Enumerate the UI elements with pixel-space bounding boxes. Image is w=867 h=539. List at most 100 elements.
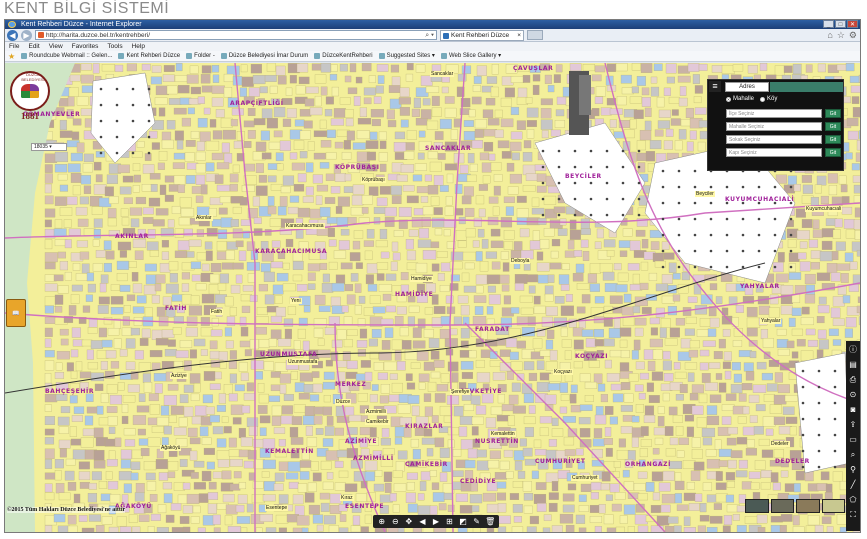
poi-label[interactable]: Köprübaşı <box>361 177 386 183</box>
poi-label[interactable]: Kuyumcuhacıali <box>805 206 843 212</box>
polygon-icon[interactable]: ⬠ <box>848 494 858 506</box>
print-icon[interactable]: ⎙ <box>848 374 858 386</box>
camera-icon[interactable]: ◙ <box>848 404 858 416</box>
radio-mahalle[interactable]: Mahalle <box>726 96 754 102</box>
locate-icon[interactable]: ⊙ <box>848 389 858 401</box>
search-dropdown-icon[interactable]: ⌕ ▾ <box>425 31 434 40</box>
go-button[interactable]: Git <box>825 148 841 157</box>
favorite-item[interactable]: Suggested Sites ▾ <box>378 51 435 61</box>
parcel <box>664 338 678 346</box>
poi-label[interactable]: Aziziye <box>170 373 188 379</box>
menu-edit[interactable]: Edit <box>28 42 39 51</box>
parcel <box>458 426 468 437</box>
basemap-thumb[interactable] <box>770 499 794 513</box>
full-extent-icon[interactable]: ⊞ <box>445 517 455 526</box>
fullscreen-icon[interactable]: ⛶ <box>848 509 858 521</box>
tab-secondary[interactable] <box>770 82 843 92</box>
poi-label[interactable]: Ağaköyü <box>160 445 182 451</box>
basemap-thumb[interactable] <box>745 499 769 513</box>
parcel <box>576 283 590 290</box>
poi-label[interactable]: Koçyazı <box>553 369 573 375</box>
parcel <box>623 129 635 139</box>
poi-label[interactable]: Kıraz <box>340 495 354 501</box>
poi-label[interactable]: Beyciler <box>695 191 715 197</box>
ruler-icon[interactable]: ╱ <box>848 479 858 491</box>
info-icon[interactable]: ⓘ <box>848 344 858 356</box>
zoom-out-icon[interactable]: ⊖ <box>390 517 400 526</box>
back-button[interactable]: ◀ <box>7 29 18 41</box>
minimize-button[interactable]: _ <box>823 20 834 28</box>
pan-icon[interactable]: ✥ <box>404 517 414 526</box>
favorite-item[interactable]: DüzceKentRehberi <box>314 51 373 61</box>
menu-favorites[interactable]: Favorites <box>72 42 99 51</box>
measure-icon[interactable]: ◩ <box>458 517 468 526</box>
layers-icon[interactable]: ▤ <box>848 359 858 371</box>
next-extent-icon[interactable]: ▶ <box>431 517 441 526</box>
poi-label[interactable]: Düzce <box>335 399 352 405</box>
go-button[interactable]: Git <box>825 135 841 144</box>
favorite-item[interactable]: Folder - <box>186 51 215 61</box>
legend-book-icon[interactable]: 📖 <box>6 299 26 327</box>
poi-label[interactable]: Hamidiye <box>410 276 433 282</box>
go-button[interactable]: Git <box>825 109 841 118</box>
poi-label[interactable]: Şerefiye <box>450 389 471 395</box>
menu-tools[interactable]: Tools <box>107 42 122 51</box>
poi-label[interactable]: Kemalettin <box>490 431 516 437</box>
pin-icon[interactable]: ⚲ <box>848 464 858 476</box>
poi-label[interactable]: Deboyla <box>510 258 531 264</box>
poi-label[interactable]: Sancaklar <box>430 71 455 77</box>
parcel <box>262 459 276 469</box>
parcel <box>216 438 227 448</box>
menu-hamburger-icon[interactable]: ≡ <box>709 81 721 92</box>
browser-tab[interactable]: Kent Rehberi Düzce × <box>440 29 524 41</box>
poi-label[interactable]: Akınlar <box>195 215 213 221</box>
poi-label[interactable]: Yahyalar <box>760 318 782 324</box>
close-button[interactable]: ✕ <box>847 20 858 28</box>
clear-icon[interactable]: 🗑 <box>485 517 495 526</box>
door-select[interactable]: Kapı Seçiniz <box>726 148 822 157</box>
favorite-item[interactable]: Düzce Belediyesi İmar Durum <box>220 51 308 61</box>
basemap-thumb[interactable] <box>821 499 845 513</box>
parcel <box>430 350 440 360</box>
poi-label[interactable]: Esentepe <box>265 505 289 511</box>
tab-address[interactable]: Adres <box>725 82 769 92</box>
url-field[interactable]: http://harita.duzce.bel.tr/kentrehberi/ … <box>35 30 437 40</box>
maximize-button[interactable]: □ <box>835 20 846 28</box>
favorite-item[interactable]: Kent Rehberi Düzce <box>118 51 180 61</box>
poi-label[interactable]: Azmimilli <box>365 409 387 415</box>
scale-select[interactable]: 18035 ▾ <box>31 143 67 151</box>
favorites-star-icon[interactable]: ★ <box>8 51 15 61</box>
zoom-in-icon[interactable]: ⊕ <box>377 517 387 526</box>
favorite-item[interactable]: Web Slice Gallery ▾ <box>440 51 501 61</box>
poi-label[interactable]: Dedeler <box>770 441 790 447</box>
folder-icon[interactable]: ▭ <box>848 434 858 446</box>
forward-button[interactable]: ▶ <box>21 29 32 41</box>
menu-view[interactable]: View <box>49 42 63 51</box>
neighborhood-select[interactable]: Mahalle Seçiniz <box>726 122 822 131</box>
go-button[interactable]: Git <box>825 122 841 131</box>
menu-help[interactable]: Help <box>132 42 145 51</box>
upload-icon[interactable]: ⇪ <box>848 419 858 431</box>
menu-file[interactable]: File <box>9 42 19 51</box>
poi-label[interactable]: Cumhuriyet <box>571 475 599 481</box>
tab-close-icon[interactable]: × <box>517 31 521 41</box>
street-select[interactable]: Sokak Seçiniz <box>726 135 822 144</box>
home-icon[interactable]: ⌂ <box>827 30 832 41</box>
poi-label[interactable]: Fatih <box>210 309 224 315</box>
poi-label[interactable]: Yeni <box>290 298 302 304</box>
basemap-thumb[interactable] <box>796 499 820 513</box>
new-tab-button[interactable] <box>527 30 543 40</box>
district-select[interactable]: İlçe Seçiniz <box>726 109 822 118</box>
poi-label[interactable]: Karacahacımusa <box>285 223 325 229</box>
poi-label[interactable]: Camikebir <box>365 419 390 425</box>
poi-label[interactable]: Uzunmustafa <box>287 359 319 365</box>
favorites-star-icon[interactable]: ☆ <box>837 30 845 41</box>
city-map[interactable]: OSMANYEVLER ARAPÇİFTLİĞİ ÇAVUŞLAR SANCAKLAR… <box>5 63 860 532</box>
previous-extent-icon[interactable]: ◀ <box>417 517 427 526</box>
draw-icon[interactable]: ✎ <box>472 517 482 526</box>
radio-koy[interactable]: Köy <box>760 96 777 102</box>
favorite-item[interactable]: Roundcube Webmail :: Gelen... <box>21 51 112 61</box>
settings-gear-icon[interactable]: ⚙ <box>849 30 857 41</box>
parcel <box>500 217 513 228</box>
search-icon[interactable]: ⌕ <box>848 449 858 461</box>
